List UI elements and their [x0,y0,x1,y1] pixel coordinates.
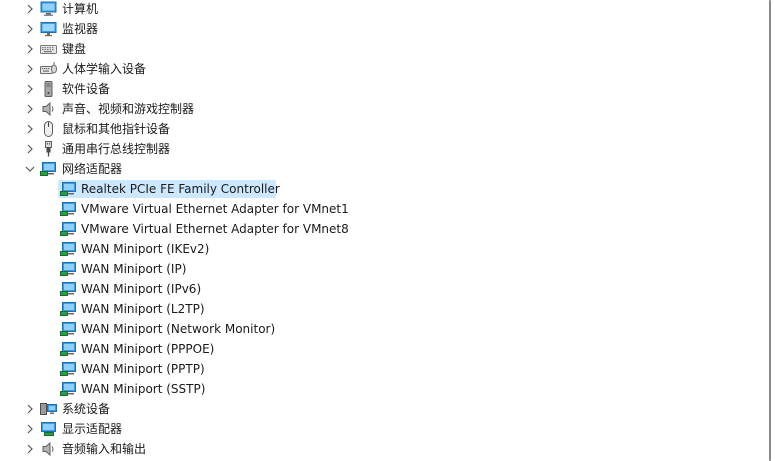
tree-item-label: 通用串行总线控制器 [62,142,171,156]
chevron-down-icon[interactable] [22,159,38,179]
tree-item-label: WAN Miniport (IPv6) [81,282,202,296]
speaker-icon [40,441,57,457]
network-adapter-item[interactable]: WAN Miniport (IKEv2) [0,239,764,259]
tree-item-label: 计算机 [62,2,99,16]
network-adapter-icon [60,341,77,357]
network-adapter-item[interactable]: WAN Miniport (Network Monitor) [0,319,764,339]
chevron-right-icon[interactable] [22,0,38,19]
chevron-right-icon[interactable] [22,19,38,39]
tree-item-label: WAN Miniport (L2TP) [81,302,205,316]
network-adapter-icon [60,181,77,197]
keyboard-icon [40,41,57,57]
tree-item-label: 网络适配器 [62,162,123,176]
chevron-right-icon[interactable] [22,59,38,79]
tree-item-computer[interactable]: 计算机 [0,0,764,19]
tree-item-label: 鼠标和其他指针设备 [62,122,171,136]
chevron-right-icon[interactable] [22,439,38,459]
hid-icon [40,61,57,77]
network-adapter-icon [60,221,77,237]
device-tree: 计算机 监视器 键盘 人体学输入设备 软件设备 声音、视频和游戏控制器 鼠标和其… [0,0,764,461]
display-adapter-icon [40,421,57,437]
network-adapter-icon [60,261,77,277]
network-adapter-item[interactable]: WAN Miniport (PPPOE) [0,339,764,359]
network-adapter-item[interactable]: WAN Miniport (SSTP) [0,379,764,399]
tree-item-label: WAN Miniport (IKEv2) [81,242,210,256]
network-adapter-item[interactable]: WAN Miniport (PPTP) [0,359,764,379]
tree-item-system-devices[interactable]: 系统设备 [0,399,764,419]
network-adapter-item[interactable]: WAN Miniport (IP) [0,259,764,279]
tree-item-label: 键盘 [62,42,87,56]
tree-item-monitors[interactable]: 监视器 [0,19,764,39]
chevron-right-icon[interactable] [22,399,38,419]
network-adapter-icon [60,321,77,337]
tree-item-label: WAN Miniport (PPPOE) [81,342,215,356]
tree-item-label: WAN Miniport (Network Monitor) [81,322,276,336]
chevron-right-icon[interactable] [22,39,38,59]
chevron-right-icon[interactable] [22,79,38,99]
usb-icon [40,141,57,157]
tree-item-label: 系统设备 [62,402,111,416]
tree-item-label: 监视器 [62,22,99,36]
tree-item-label: 音频输入和输出 [62,442,147,456]
chevron-right-icon[interactable] [22,99,38,119]
network-adapter-icon [60,381,77,397]
tree-item-label: Realtek PCIe FE Family Controller [81,182,280,196]
computer-icon [40,1,57,17]
tree-item-software-devices[interactable]: 软件设备 [0,79,764,99]
tree-item-usb[interactable]: 通用串行总线控制器 [0,139,764,159]
tree-item-mice[interactable]: 鼠标和其他指针设备 [0,119,764,139]
tree-item-label: VMware Virtual Ethernet Adapter for VMne… [81,222,349,236]
tree-item-label: 声音、视频和游戏控制器 [62,102,195,116]
network-adapter-item[interactable]: WAN Miniport (L2TP) [0,299,764,319]
network-adapter-icon [60,241,77,257]
tree-item-audio-video-game[interactable]: 声音、视频和游戏控制器 [0,99,764,119]
tree-item-label: 显示适配器 [62,422,123,436]
network-adapter-icon [60,281,77,297]
network-adapter-icon [60,201,77,217]
network-adapter-item[interactable]: WAN Miniport (IPv6) [0,279,764,299]
network-adapter-item[interactable]: VMware Virtual Ethernet Adapter for VMne… [0,199,764,219]
chevron-right-icon[interactable] [22,119,38,139]
tree-item-label: WAN Miniport (IP) [81,262,187,276]
tree-item-hid[interactable]: 人体学输入设备 [0,59,764,79]
chevron-right-icon[interactable] [22,139,38,159]
tree-item-network-adapters[interactable]: 网络适配器 [0,159,764,179]
speaker-icon [40,101,57,117]
system-device-icon [40,401,57,417]
tree-item-display-adapters[interactable]: 显示适配器 [0,419,764,439]
vertical-scrollbar[interactable] [769,0,771,461]
network-adapter-icon [40,161,57,177]
network-adapter-icon [60,301,77,317]
tree-item-keyboards[interactable]: 键盘 [0,39,764,59]
tree-item-label: VMware Virtual Ethernet Adapter for VMne… [81,202,349,216]
network-adapter-item[interactable]: VMware Virtual Ethernet Adapter for VMne… [0,219,764,239]
tree-item-label: 软件设备 [62,82,111,96]
network-adapter-item[interactable]: Realtek PCIe FE Family Controller [0,179,764,199]
tree-item-label: WAN Miniport (SSTP) [81,382,206,396]
software-device-icon [40,81,57,97]
chevron-right-icon[interactable] [22,419,38,439]
tree-item-audio-io[interactable]: 音频输入和输出 [0,439,764,459]
tree-item-label: 人体学输入设备 [62,62,147,76]
tree-item-label: WAN Miniport (PPTP) [81,362,205,376]
mouse-icon [40,121,57,137]
network-adapter-icon [60,361,77,377]
monitor-icon [40,21,57,37]
